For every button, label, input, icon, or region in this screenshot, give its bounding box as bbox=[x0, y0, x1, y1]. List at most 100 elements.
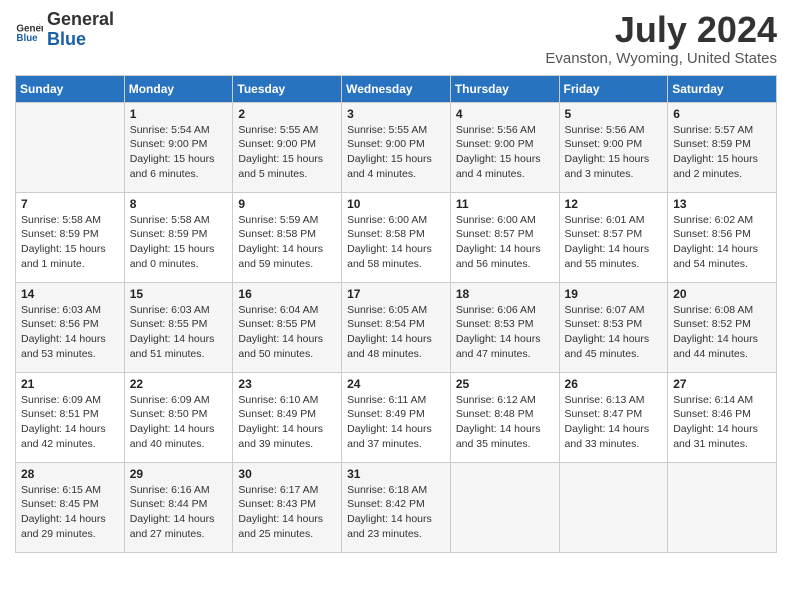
calendar-cell: 29 Sunrise: 6:16 AM Sunset: 8:44 PM Dayli… bbox=[124, 462, 233, 552]
cell-info-text: Sunrise: 6:03 AM Sunset: 8:56 PM Dayligh… bbox=[21, 303, 119, 362]
cell-info-text: Sunrise: 5:54 AM Sunset: 9:00 PM Dayligh… bbox=[130, 123, 228, 182]
calendar-cell bbox=[16, 102, 125, 192]
cell-day-number: 31 bbox=[347, 467, 445, 481]
logo-icon: General Blue bbox=[15, 16, 43, 44]
calendar-cell: 7 Sunrise: 5:58 AM Sunset: 8:59 PM Daylig… bbox=[16, 192, 125, 282]
col-header-wednesday: Wednesday bbox=[342, 75, 451, 102]
calendar-cell: 26 Sunrise: 6:13 AM Sunset: 8:47 PM Dayli… bbox=[559, 372, 668, 462]
calendar-cell: 9 Sunrise: 5:59 AM Sunset: 8:58 PM Daylig… bbox=[233, 192, 342, 282]
cell-day-number: 10 bbox=[347, 197, 445, 211]
col-header-saturday: Saturday bbox=[668, 75, 777, 102]
calendar-week-row: 7 Sunrise: 5:58 AM Sunset: 8:59 PM Daylig… bbox=[16, 192, 777, 282]
cell-day-number: 1 bbox=[130, 107, 228, 121]
cell-day-number: 6 bbox=[673, 107, 771, 121]
month-title: July 2024 bbox=[545, 10, 777, 50]
calendar-cell: 24Sunrise: 6:11 AM Sunset: 8:49 PM Dayli… bbox=[342, 372, 451, 462]
cell-info-text: Sunrise: 6:18 AM Sunset: 8:42 PM Dayligh… bbox=[347, 483, 445, 542]
calendar-cell: 12 Sunrise: 6:01 AM Sunset: 8:57 PM Dayli… bbox=[559, 192, 668, 282]
cell-info-text: Sunrise: 5:58 AM Sunset: 8:59 PM Dayligh… bbox=[21, 213, 119, 272]
cell-day-number: 23 bbox=[238, 377, 336, 391]
calendar-cell bbox=[450, 462, 559, 552]
cell-info-text: Sunrise: 5:55 AM Sunset: 9:00 PM Dayligh… bbox=[347, 123, 445, 182]
calendar-cell: 21 Sunrise: 6:09 AM Sunset: 8:51 PM Dayli… bbox=[16, 372, 125, 462]
cell-info-text: Sunrise: 5:56 AM Sunset: 9:00 PM Dayligh… bbox=[456, 123, 554, 182]
logo: General Blue General Blue bbox=[15, 10, 114, 50]
cell-day-number: 5 bbox=[565, 107, 663, 121]
calendar-cell: 3 Sunrise: 5:55 AM Sunset: 9:00 PM Daylig… bbox=[342, 102, 451, 192]
calendar-cell: 20 Sunrise: 6:08 AM Sunset: 8:52 PM Dayli… bbox=[668, 282, 777, 372]
cell-info-text: Sunrise: 6:09 AM Sunset: 8:50 PM Dayligh… bbox=[130, 393, 228, 452]
cell-info-text: Sunrise: 6:04 AM Sunset: 8:55 PM Dayligh… bbox=[238, 303, 336, 362]
cell-day-number: 2 bbox=[238, 107, 336, 121]
calendar-cell: 17Sunrise: 6:05 AM Sunset: 8:54 PM Dayli… bbox=[342, 282, 451, 372]
cell-day-number: 18 bbox=[456, 287, 554, 301]
cell-info-text: Sunrise: 6:06 AM Sunset: 8:53 PM Dayligh… bbox=[456, 303, 554, 362]
calendar-cell: 10 Sunrise: 6:00 AM Sunset: 8:58 PM Dayli… bbox=[342, 192, 451, 282]
cell-info-text: Sunrise: 6:10 AM Sunset: 8:49 PM Dayligh… bbox=[238, 393, 336, 452]
calendar-cell: 27 Sunrise: 6:14 AM Sunset: 8:46 PM Dayli… bbox=[668, 372, 777, 462]
cell-day-number: 17 bbox=[347, 287, 445, 301]
col-header-sunday: Sunday bbox=[16, 75, 125, 102]
cell-info-text: Sunrise: 5:59 AM Sunset: 8:58 PM Dayligh… bbox=[238, 213, 336, 272]
calendar-cell: 19 Sunrise: 6:07 AM Sunset: 8:53 PM Dayli… bbox=[559, 282, 668, 372]
cell-info-text: Sunrise: 6:08 AM Sunset: 8:52 PM Dayligh… bbox=[673, 303, 771, 362]
calendar-week-row: 1 Sunrise: 5:54 AM Sunset: 9:00 PM Daylig… bbox=[16, 102, 777, 192]
logo-blue-text: Blue bbox=[47, 30, 114, 50]
cell-day-number: 13 bbox=[673, 197, 771, 211]
calendar-cell: 22 Sunrise: 6:09 AM Sunset: 8:50 PM Dayli… bbox=[124, 372, 233, 462]
cell-info-text: Sunrise: 6:16 AM Sunset: 8:44 PM Dayligh… bbox=[130, 483, 228, 542]
calendar-cell: 11 Sunrise: 6:00 AM Sunset: 8:57 PM Dayli… bbox=[450, 192, 559, 282]
calendar-cell bbox=[668, 462, 777, 552]
cell-day-number: 27 bbox=[673, 377, 771, 391]
location-title: Evanston, Wyoming, United States bbox=[545, 50, 777, 67]
calendar-week-row: 28 Sunrise: 6:15 AM Sunset: 8:45 PM Dayli… bbox=[16, 462, 777, 552]
cell-info-text: Sunrise: 6:12 AM Sunset: 8:48 PM Dayligh… bbox=[456, 393, 554, 452]
col-header-thursday: Thursday bbox=[450, 75, 559, 102]
cell-info-text: Sunrise: 6:00 AM Sunset: 8:58 PM Dayligh… bbox=[347, 213, 445, 272]
calendar-cell: 8Sunrise: 5:58 AM Sunset: 8:59 PM Daylig… bbox=[124, 192, 233, 282]
cell-day-number: 3 bbox=[347, 107, 445, 121]
cell-day-number: 12 bbox=[565, 197, 663, 211]
cell-day-number: 19 bbox=[565, 287, 663, 301]
col-header-monday: Monday bbox=[124, 75, 233, 102]
cell-info-text: Sunrise: 6:14 AM Sunset: 8:46 PM Dayligh… bbox=[673, 393, 771, 452]
calendar-week-row: 14Sunrise: 6:03 AM Sunset: 8:56 PM Dayli… bbox=[16, 282, 777, 372]
col-header-tuesday: Tuesday bbox=[233, 75, 342, 102]
calendar-cell: 13 Sunrise: 6:02 AM Sunset: 8:56 PM Dayli… bbox=[668, 192, 777, 282]
cell-info-text: Sunrise: 6:02 AM Sunset: 8:56 PM Dayligh… bbox=[673, 213, 771, 272]
svg-text:Blue: Blue bbox=[16, 33, 38, 44]
calendar-cell: 28 Sunrise: 6:15 AM Sunset: 8:45 PM Dayli… bbox=[16, 462, 125, 552]
calendar-cell bbox=[559, 462, 668, 552]
cell-info-text: Sunrise: 6:01 AM Sunset: 8:57 PM Dayligh… bbox=[565, 213, 663, 272]
logo-general-text: General bbox=[47, 10, 114, 30]
cell-day-number: 22 bbox=[130, 377, 228, 391]
cell-day-number: 30 bbox=[238, 467, 336, 481]
cell-day-number: 26 bbox=[565, 377, 663, 391]
cell-day-number: 15 bbox=[130, 287, 228, 301]
calendar-cell: 15Sunrise: 6:03 AM Sunset: 8:55 PM Dayli… bbox=[124, 282, 233, 372]
cell-day-number: 25 bbox=[456, 377, 554, 391]
calendar-cell: 23 Sunrise: 6:10 AM Sunset: 8:49 PM Dayli… bbox=[233, 372, 342, 462]
cell-day-number: 20 bbox=[673, 287, 771, 301]
calendar-cell: 6 Sunrise: 5:57 AM Sunset: 8:59 PM Daylig… bbox=[668, 102, 777, 192]
calendar-cell: 31 Sunrise: 6:18 AM Sunset: 8:42 PM Dayli… bbox=[342, 462, 451, 552]
header: General Blue General Blue July 2024 Evan… bbox=[15, 10, 777, 67]
cell-day-number: 7 bbox=[21, 197, 119, 211]
cell-day-number: 28 bbox=[21, 467, 119, 481]
cell-info-text: Sunrise: 6:00 AM Sunset: 8:57 PM Dayligh… bbox=[456, 213, 554, 272]
calendar-cell: 2Sunrise: 5:55 AM Sunset: 9:00 PM Daylig… bbox=[233, 102, 342, 192]
cell-info-text: Sunrise: 6:15 AM Sunset: 8:45 PM Dayligh… bbox=[21, 483, 119, 542]
cell-day-number: 21 bbox=[21, 377, 119, 391]
calendar-cell: 5Sunrise: 5:56 AM Sunset: 9:00 PM Daylig… bbox=[559, 102, 668, 192]
cell-day-number: 9 bbox=[238, 197, 336, 211]
cell-info-text: Sunrise: 6:09 AM Sunset: 8:51 PM Dayligh… bbox=[21, 393, 119, 452]
cell-day-number: 11 bbox=[456, 197, 554, 211]
cell-info-text: Sunrise: 5:57 AM Sunset: 8:59 PM Dayligh… bbox=[673, 123, 771, 182]
title-area: July 2024 Evanston, Wyoming, United Stat… bbox=[545, 10, 777, 67]
cell-day-number: 29 bbox=[130, 467, 228, 481]
cell-info-text: Sunrise: 6:13 AM Sunset: 8:47 PM Dayligh… bbox=[565, 393, 663, 452]
calendar-week-row: 21 Sunrise: 6:09 AM Sunset: 8:51 PM Dayli… bbox=[16, 372, 777, 462]
calendar-cell: 14Sunrise: 6:03 AM Sunset: 8:56 PM Dayli… bbox=[16, 282, 125, 372]
cell-info-text: Sunrise: 6:07 AM Sunset: 8:53 PM Dayligh… bbox=[565, 303, 663, 362]
calendar-cell: 30Sunrise: 6:17 AM Sunset: 8:43 PM Dayli… bbox=[233, 462, 342, 552]
